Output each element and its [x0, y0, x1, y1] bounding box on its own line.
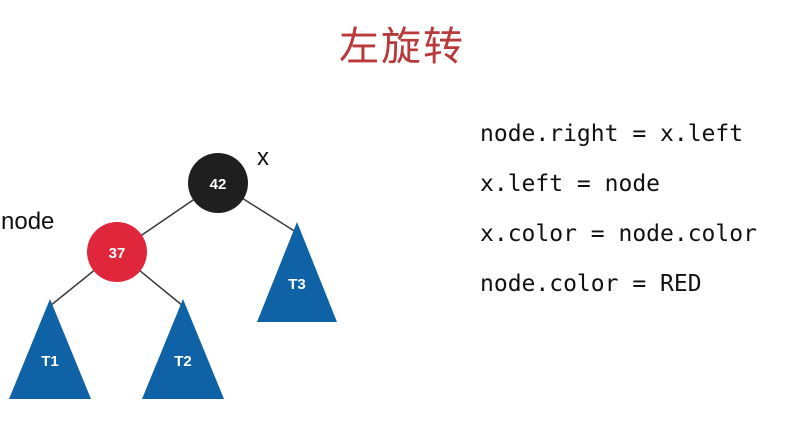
code-line: node.color = RED	[480, 271, 702, 297]
label-x: x	[257, 144, 269, 171]
subtree-t3-label: T3	[288, 276, 306, 293]
subtree-t1: T1	[9, 299, 91, 399]
tree-node-x: 42	[188, 153, 248, 213]
label-node: node	[1, 208, 55, 235]
rb-tree-diagram: T3 T1 T2 42 37	[9, 153, 337, 399]
subtree-t2-label: T2	[174, 353, 192, 370]
subtree-t1-label: T1	[41, 353, 59, 370]
tree-node-node-value: 37	[109, 245, 126, 262]
code-line: node.right = x.left	[480, 121, 744, 147]
tree-node-x-value: 42	[210, 176, 227, 193]
code-line: x.color = node.color	[480, 221, 757, 247]
code-line: x.left = node	[480, 171, 661, 197]
slide: 左旋转 T3 T1 T2 42 37 x node node.right = x…	[0, 0, 804, 440]
subtree-t2: T2	[142, 299, 224, 399]
tree-node-node: 37	[87, 222, 147, 282]
subtree-t3: T3	[257, 222, 337, 322]
